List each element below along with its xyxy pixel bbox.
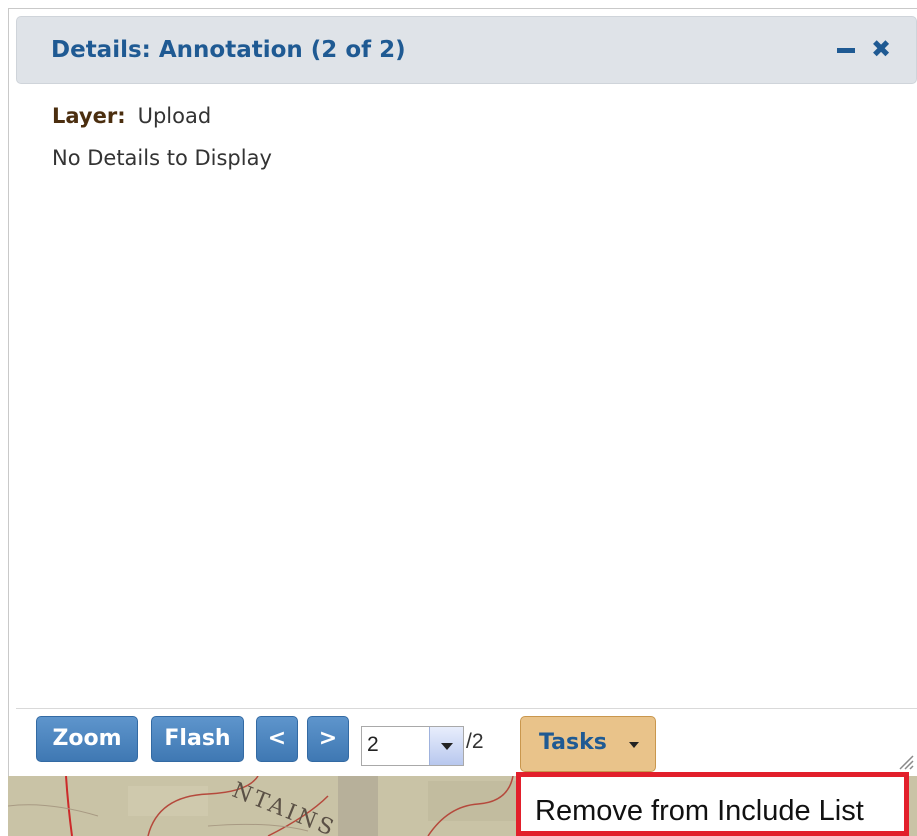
close-icon[interactable]: ✖ (869, 36, 893, 62)
chevron-down-icon[interactable] (429, 727, 463, 765)
flash-button[interactable]: Flash (151, 716, 244, 762)
layer-label: Layer: (52, 104, 126, 128)
next-button[interactable]: > (307, 716, 349, 762)
resize-grip-icon[interactable] (896, 752, 914, 770)
tasks-button[interactable]: Tasks (520, 716, 656, 772)
page-total: /2 (466, 730, 484, 753)
zoom-button[interactable]: Zoom (36, 716, 138, 762)
previous-button[interactable]: < (256, 716, 298, 762)
menu-item-remove-from-include-list[interactable]: Remove from Include List (516, 772, 909, 836)
tasks-button-label: Tasks (539, 730, 607, 755)
panel-header: Details: Annotation (2 of 2) ✖ (16, 16, 917, 84)
page-select-value: 2 (367, 733, 379, 756)
window-frame (8, 8, 917, 836)
menu-item-label: Remove from Include List (535, 795, 864, 827)
caret-down-icon (629, 742, 639, 748)
minimize-icon[interactable] (835, 36, 859, 62)
layer-value: Upload (137, 104, 212, 128)
panel-title: Details: Annotation (2 of 2) (51, 37, 406, 63)
page-select[interactable]: 2 (361, 726, 464, 766)
footer-divider (16, 708, 917, 709)
layer-row: Layer: Upload (52, 104, 211, 128)
no-details-message: No Details to Display (52, 146, 272, 170)
details-window: Details: Annotation (2 of 2) ✖ Layer: Upl… (0, 0, 917, 836)
